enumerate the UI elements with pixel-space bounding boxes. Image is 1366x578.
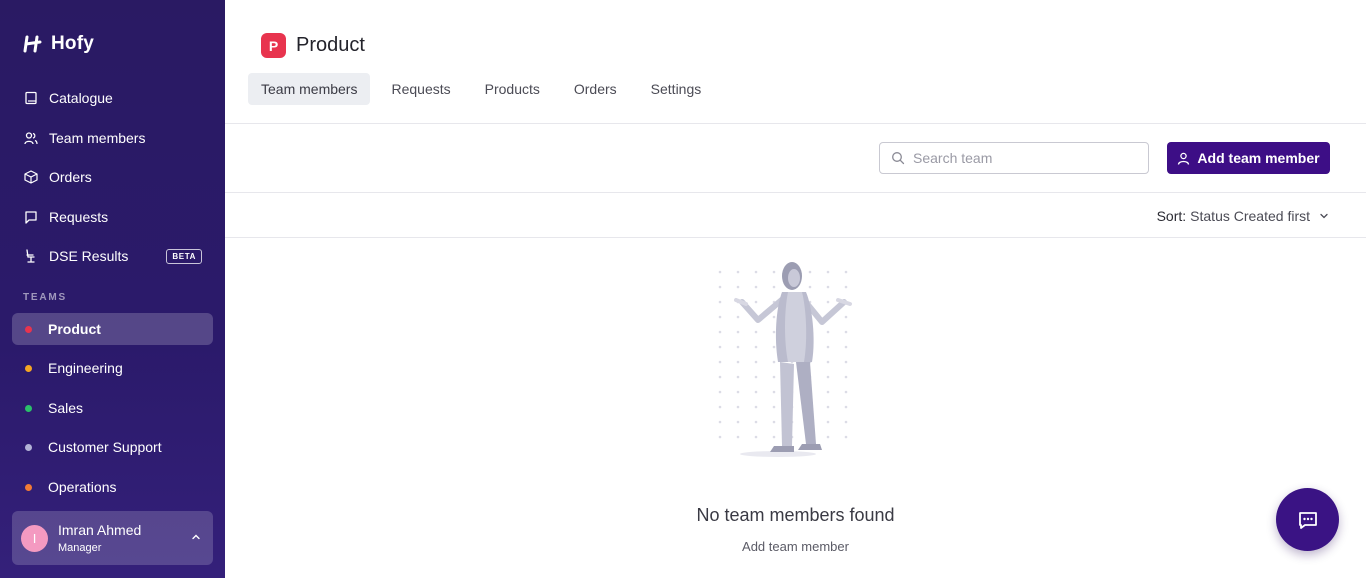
team-color-dot [25, 364, 32, 372]
sort-dropdown[interactable]: Sort: Status Created first [1157, 208, 1329, 224]
team-item-engineering[interactable]: Engineering [12, 352, 213, 384]
tab-requests[interactable]: Requests [378, 73, 463, 105]
tab-settings[interactable]: Settings [638, 73, 715, 105]
search-icon [892, 152, 905, 165]
team-item-label: Customer Support [48, 439, 162, 455]
chat-support-button[interactable] [1276, 488, 1339, 551]
sidebar-item-dse-results[interactable]: DSE Results BETA [12, 240, 213, 272]
user-role: Manager [58, 542, 102, 554]
sort-label: Sort: [1156, 208, 1187, 224]
sort-value: Status Created first [1190, 208, 1310, 224]
sidebar-item-label: Team members [49, 130, 146, 146]
empty-state-link-wrapper: Add team member [225, 539, 1366, 554]
sidebar-item-requests[interactable]: Requests [12, 201, 213, 233]
team-color-dot [25, 325, 32, 333]
book-icon [25, 91, 37, 105]
sidebar-item-catalogue[interactable]: Catalogue [12, 82, 213, 114]
team-item-label: Engineering [48, 360, 123, 376]
sidebar-item-team-members[interactable]: Team members [12, 122, 213, 154]
team-item-label: Operations [48, 479, 117, 495]
box-icon [24, 170, 38, 184]
search-box[interactable] [879, 142, 1149, 174]
chat-bubble-icon [25, 211, 37, 224]
toolbar-divider [225, 192, 1366, 193]
team-item-product[interactable]: Product [12, 313, 213, 345]
team-item-label: Product [48, 321, 101, 337]
beta-badge: BETA [166, 249, 202, 264]
add-team-member-link[interactable]: Add team member [742, 539, 849, 554]
empty-state-title: No team members found [696, 505, 895, 525]
team-color-dot [25, 443, 32, 451]
team-badge: P [261, 33, 286, 58]
sidebar-item-label: Requests [49, 209, 109, 225]
sidebar-item-label: Catalogue [49, 90, 113, 106]
add-team-member-label: Add team member [1197, 150, 1320, 166]
user-name: Imran Ahmed [58, 522, 142, 538]
chevron-down-icon [1320, 213, 1328, 219]
chevron-up-icon [192, 534, 200, 540]
brand[interactable]: Hofy [23, 33, 94, 55]
team-item-operations[interactable]: Operations [12, 471, 213, 503]
hofy-logo-icon [23, 35, 42, 53]
desk-chair-icon [26, 249, 35, 263]
chat-icon [1298, 511, 1317, 529]
list-divider [225, 237, 1366, 238]
user-icon [1178, 152, 1190, 165]
sidebar: Hofy Catalogue Team members Orders Reque… [0, 0, 225, 578]
tab-products[interactable]: Products [472, 73, 553, 105]
user-menu[interactable]: I Imran Ahmed Manager [12, 511, 213, 565]
brand-name: Hofy [51, 33, 95, 54]
main-content: P Product Team members Requests Products… [225, 0, 1366, 578]
teams-heading: TEAMS [23, 292, 67, 303]
team-item-label: Sales [48, 400, 84, 416]
page-header: P Product [261, 33, 365, 58]
team-color-dot [25, 483, 32, 491]
sidebar-item-label: DSE Results [49, 248, 129, 264]
sidebar-item-label: Orders [49, 169, 92, 185]
tab-team-members[interactable]: Team members [248, 73, 371, 105]
add-team-member-button[interactable]: Add team member [1167, 142, 1330, 174]
team-color-dot [25, 404, 32, 412]
avatar: I [21, 524, 48, 552]
search-input[interactable] [913, 150, 1133, 166]
users-icon [24, 132, 38, 145]
team-item-sales[interactable]: Sales [12, 392, 213, 424]
header-divider [225, 123, 1366, 124]
sidebar-item-orders[interactable]: Orders [12, 161, 213, 193]
shrugging-person-illustration [718, 262, 852, 457]
tab-orders[interactable]: Orders [561, 73, 630, 105]
team-item-customer-support[interactable]: Customer Support [12, 431, 213, 463]
page-title: Product [296, 34, 365, 56]
tab-bar: Team members Requests Products Orders Se… [248, 73, 722, 105]
